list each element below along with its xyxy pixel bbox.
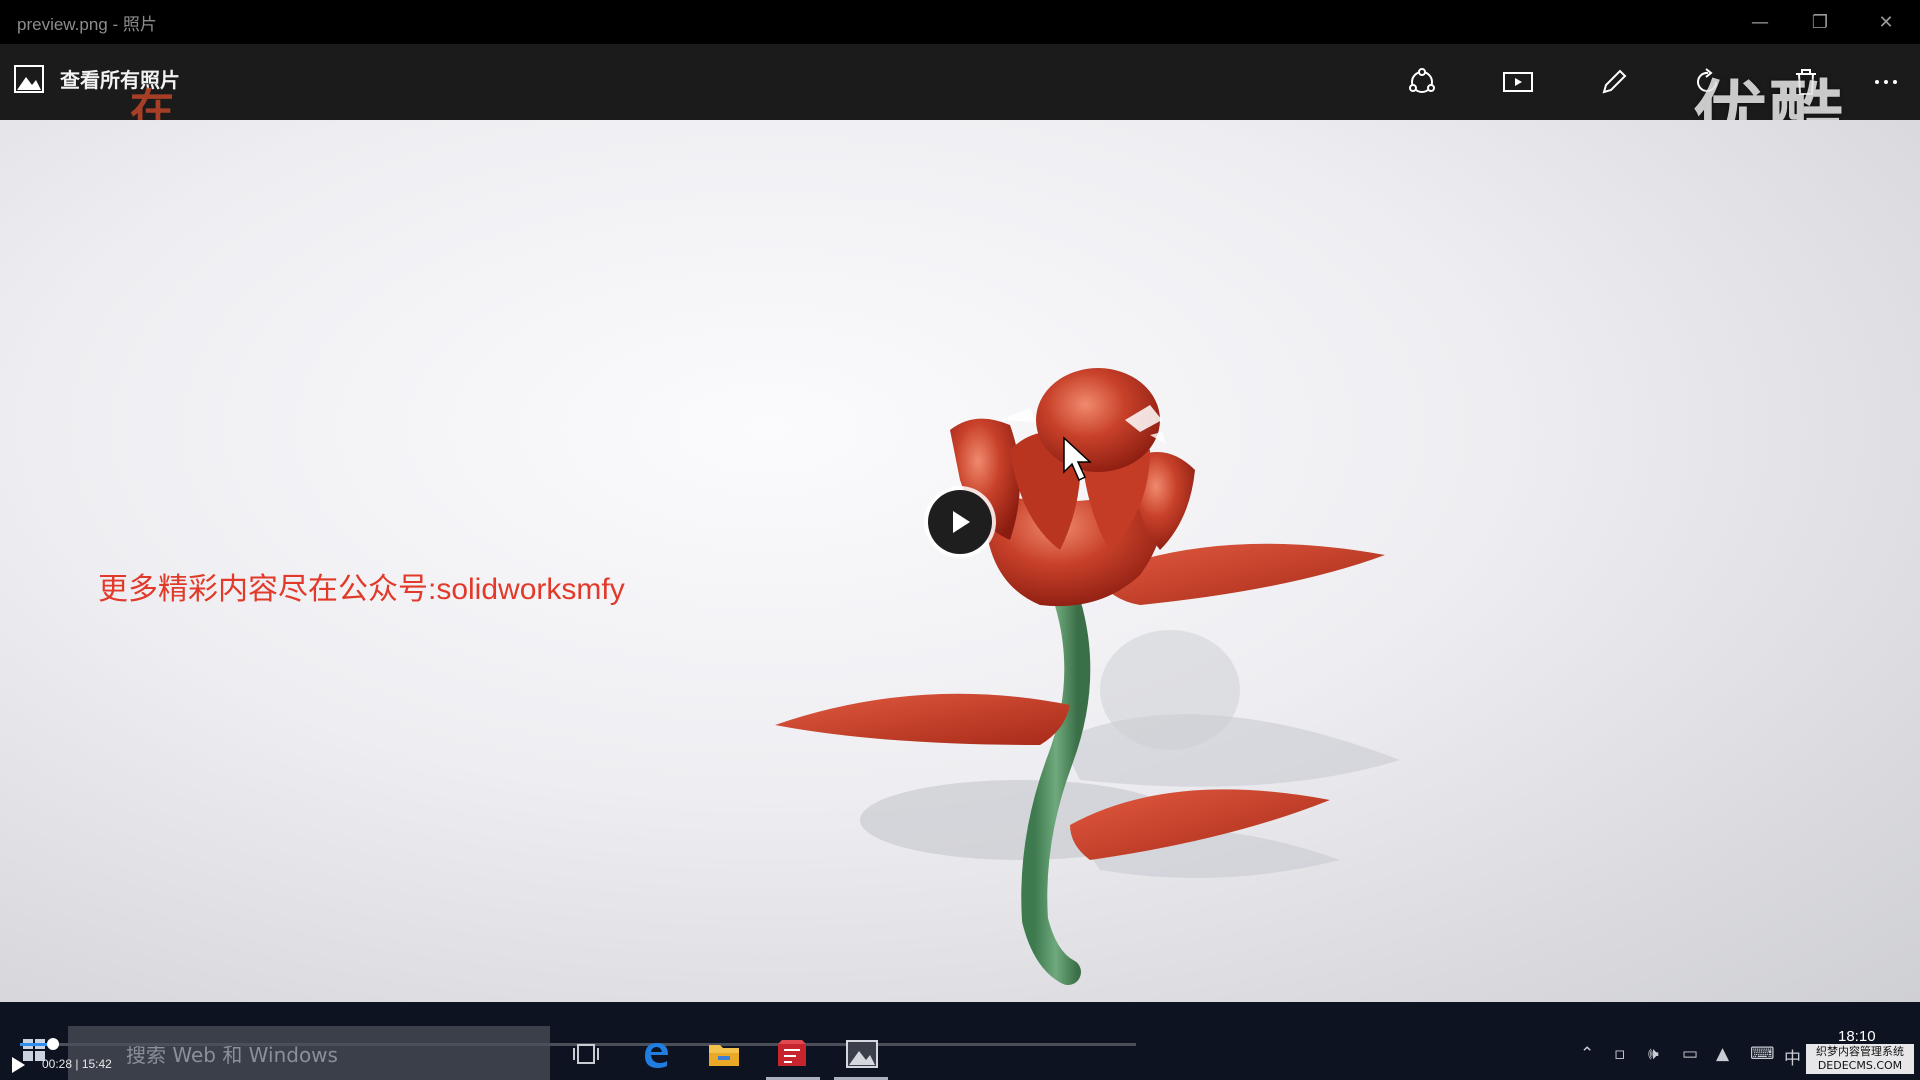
player-play-button[interactable] (10, 1056, 26, 1078)
more-options-button[interactable] (1868, 64, 1904, 100)
photos-icon (846, 1040, 878, 1068)
edge-browser-icon (645, 1043, 668, 1068)
edit-button[interactable] (1596, 64, 1632, 100)
tray-battery-icon[interactable]: ▭ (1682, 1044, 1698, 1064)
tray-volume-icon[interactable]: 🕪 (1648, 1044, 1659, 1064)
share-button[interactable] (1404, 64, 1440, 100)
taskbar-clock[interactable]: 18:10 (1838, 1028, 1876, 1045)
slideshow-icon (1503, 72, 1533, 92)
promo-text-account: :solidworksmfy (428, 573, 625, 606)
taskbar-edge[interactable] (636, 1034, 676, 1074)
photo-viewer: 更多精彩内容尽在公众号:solidworksmfy (0, 120, 1920, 1002)
taskbar-solidworks[interactable] (772, 1034, 812, 1074)
play-icon (12, 1057, 25, 1073)
dedecms-watermark-cn: 织梦内容管理系统 (1816, 1045, 1904, 1058)
play-icon (953, 511, 970, 533)
promo-text: 更多精彩内容尽在公众号:solidworksmfy (98, 564, 625, 608)
tray-show-hidden-icon[interactable]: ⌃ (1580, 1044, 1594, 1064)
pencil-icon (1602, 69, 1627, 94)
promo-text-cn: 更多精彩内容尽在公众号 (98, 572, 428, 607)
taskbar-photos[interactable] (842, 1034, 882, 1074)
more-icon (1875, 80, 1897, 84)
share-icon (1409, 68, 1435, 93)
photos-icon (14, 64, 44, 93)
taskbar-search-box[interactable]: 搜索 Web 和 Windows (68, 1026, 550, 1080)
restore-button[interactable]: ❐ (1790, 0, 1850, 44)
tray-keyboard-icon[interactable]: ⌨ (1750, 1044, 1775, 1064)
title-bar: preview.png - 照片 — ❐ ✕ (0, 0, 1920, 44)
tulip-render-image (775, 368, 1400, 985)
video-play-button[interactable] (928, 490, 992, 554)
dedecms-watermark-en: DEDECMS.COM (1817, 1059, 1903, 1072)
tray-ime-indicator[interactable]: 中 (1784, 1044, 1801, 1069)
task-view-button[interactable] (566, 1034, 606, 1074)
window-title: preview.png - 照片 (17, 15, 157, 34)
tray-notification-icon[interactable]: ▫ (1614, 1044, 1626, 1064)
video-time: 00:28 | 15:42 (42, 1057, 112, 1071)
dedecms-watermark: 织梦内容管理系统 DEDECMS.COM (1806, 1044, 1914, 1074)
tray-network-icon[interactable]: ▲ (1716, 1044, 1729, 1064)
slideshow-button[interactable] (1500, 64, 1536, 100)
minimize-button[interactable]: — (1730, 0, 1790, 44)
folder-icon (709, 1045, 739, 1066)
close-button[interactable]: ✕ (1856, 0, 1916, 44)
task-view-icon (573, 1044, 599, 1064)
app-toolbar: 查看所有照片 在 (0, 44, 1920, 136)
taskbar-file-explorer[interactable] (704, 1034, 744, 1074)
solidworks-icon (778, 1040, 806, 1066)
